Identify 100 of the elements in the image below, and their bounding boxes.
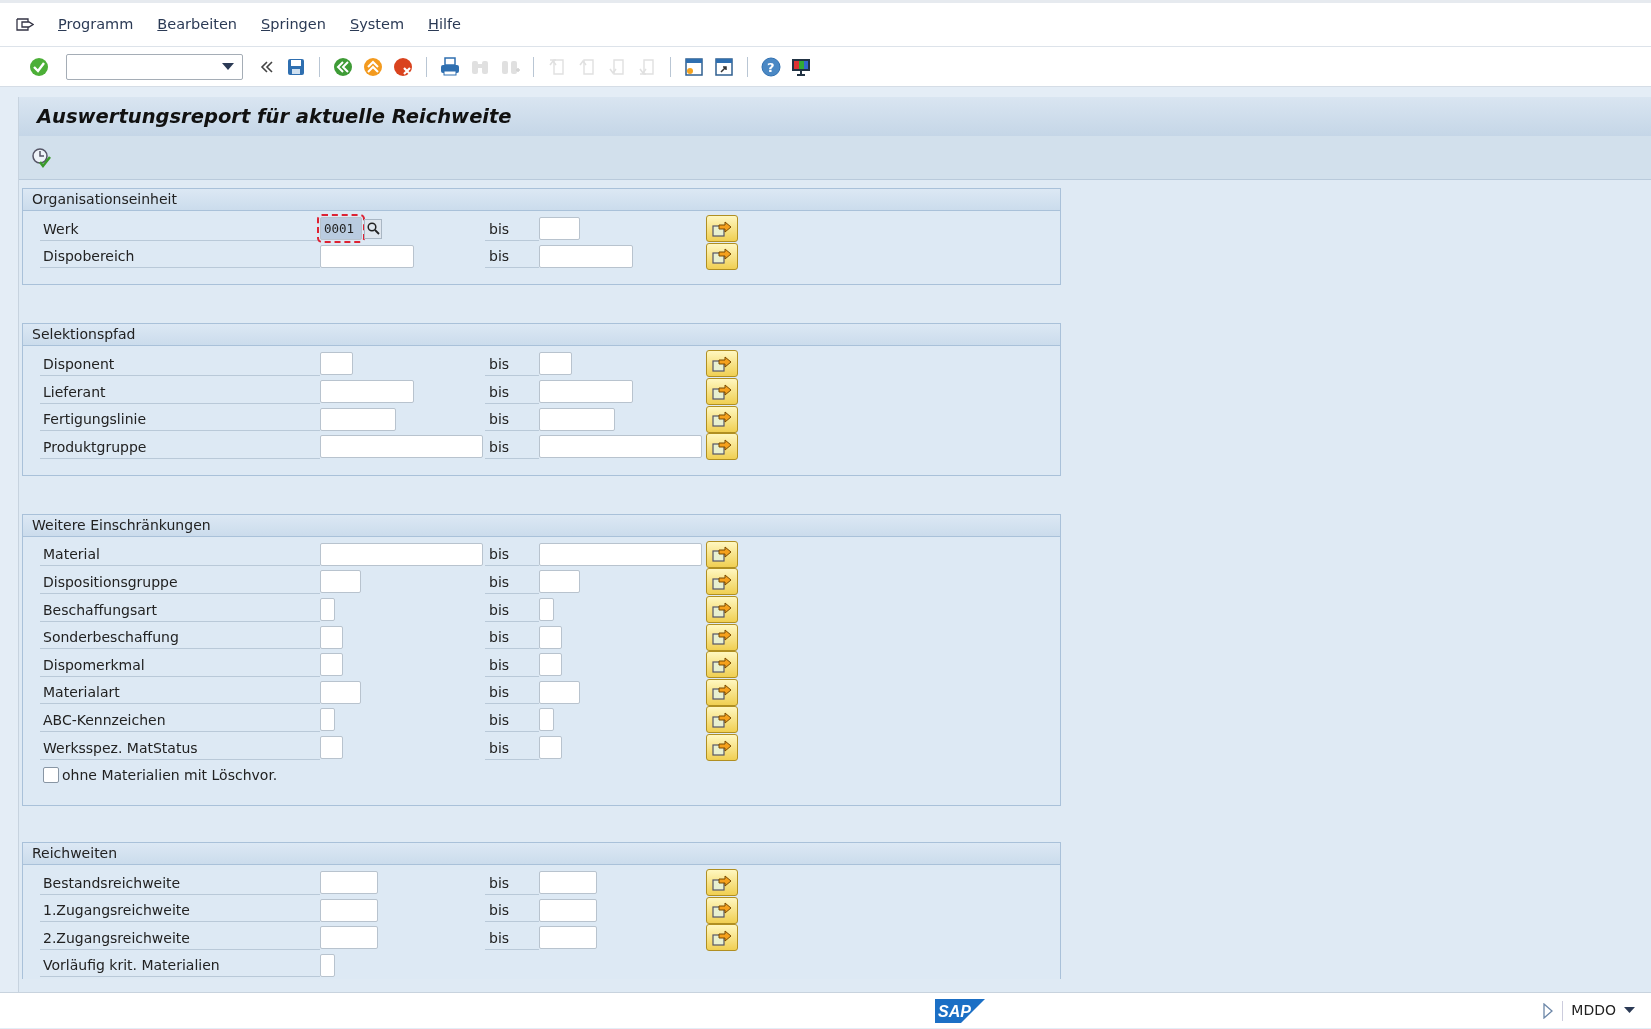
menu-item[interactable]: Springen: [261, 13, 326, 36]
input-field[interactable]: [539, 435, 703, 459]
input-field[interactable]: [539, 598, 554, 622]
menu-item[interactable]: Bearbeiten: [157, 13, 237, 36]
selection-arrow-icon: [712, 710, 732, 729]
selection-arrow-icon: [712, 437, 732, 456]
input-field[interactable]: [539, 407, 615, 431]
input-field[interactable]: [539, 352, 572, 376]
selection-arrow-icon: [712, 928, 732, 947]
execute-icon[interactable]: [31, 146, 53, 169]
field-label: Vorläufig krit. Materialien: [40, 953, 320, 978]
selection-arrow-icon: [712, 683, 732, 702]
multiple-selection-button[interactable]: [706, 540, 738, 568]
exit-icon[interactable]: [362, 55, 384, 78]
multiple-selection-button[interactable]: [706, 623, 738, 651]
input-field[interactable]: [539, 680, 581, 704]
input-field[interactable]: [320, 625, 344, 649]
input-field[interactable]: [320, 926, 378, 950]
input-field[interactable]: [320, 352, 353, 376]
new-window-icon[interactable]: [683, 55, 705, 78]
input-field[interactable]: [539, 708, 554, 732]
sap-logo: SAP: [935, 998, 985, 1023]
menu-item[interactable]: Programm: [58, 13, 134, 36]
field-label: Werksspez. MatStatus: [40, 735, 320, 760]
field-label: Fertigungslinie: [40, 407, 320, 432]
screen-title: Auswertungsreport für aktuelle Reichweite: [37, 103, 512, 130]
field-label: Materialart: [40, 680, 320, 705]
selection-arrow-icon: [712, 382, 732, 401]
multiple-selection-button[interactable]: [706, 896, 738, 924]
field-label: 1.Zugangsreichweite: [40, 898, 320, 923]
input-field[interactable]: [320, 380, 414, 404]
command-field[interactable]: [66, 53, 243, 80]
group-title: Selektionspfad: [23, 324, 1060, 347]
selection-arrow-icon: [712, 410, 732, 429]
field-label: Beschaffungsart: [40, 597, 320, 622]
input-field[interactable]: [539, 898, 597, 922]
multiple-selection-button[interactable]: [706, 924, 738, 952]
input-field[interactable]: [539, 380, 633, 404]
multiple-selection-button[interactable]: [706, 734, 738, 761]
selection-arrow-icon: [712, 655, 732, 674]
input-field[interactable]: [539, 244, 633, 268]
input-field[interactable]: [539, 653, 563, 677]
multiple-selection-button[interactable]: [706, 215, 738, 243]
help-icon[interactable]: ?: [760, 55, 782, 78]
input-field[interactable]: [320, 954, 335, 977]
multiple-selection-button[interactable]: [706, 869, 738, 897]
multiple-selection-button[interactable]: [706, 568, 738, 596]
input-field[interactable]: 0001: [320, 217, 363, 241]
multiple-selection-button[interactable]: [706, 678, 738, 706]
dropdown-caret-icon[interactable]: [222, 62, 234, 71]
print-icon[interactable]: [439, 55, 461, 78]
selection-arrow-icon: [712, 873, 732, 892]
expand-status-icon[interactable]: [1542, 1000, 1555, 1021]
input-field[interactable]: [320, 898, 378, 922]
multiple-selection-button[interactable]: [706, 706, 738, 734]
cancel-icon[interactable]: [392, 55, 414, 78]
selection-arrow-icon: [712, 247, 732, 266]
input-field[interactable]: [539, 926, 597, 950]
input-field[interactable]: [320, 244, 414, 268]
checkbox-label: ohne Materialien mit Löschvor.: [62, 765, 278, 785]
selection-arrow-icon: [712, 738, 732, 757]
selection-arrow-icon: [712, 572, 732, 591]
input-field[interactable]: [320, 598, 335, 622]
menu-item[interactable]: System: [349, 13, 404, 36]
checkbox[interactable]: [43, 767, 59, 784]
multiple-selection-button[interactable]: [706, 350, 738, 378]
menu-item[interactable]: Hilfe: [428, 13, 461, 36]
field-label: Dispobereich: [40, 244, 320, 269]
selection-arrow-icon: [712, 600, 732, 619]
input-field[interactable]: [539, 217, 581, 241]
enter-icon[interactable]: [28, 55, 50, 78]
input-field[interactable]: [539, 570, 581, 594]
selection-arrow-icon: [712, 219, 732, 238]
input-field[interactable]: [320, 542, 484, 566]
multiple-selection-button[interactable]: [706, 651, 738, 679]
field-label: Lieferant: [40, 379, 320, 404]
input-field[interactable]: [320, 708, 335, 732]
multiple-selection-button[interactable]: [706, 378, 738, 406]
multiple-selection-button[interactable]: [706, 405, 738, 433]
input-field[interactable]: [539, 736, 563, 759]
input-field[interactable]: [320, 653, 344, 677]
input-field[interactable]: [539, 871, 597, 895]
input-field[interactable]: [320, 680, 362, 704]
field-label: Bestandsreichweite: [40, 870, 320, 895]
multiple-selection-button[interactable]: [706, 596, 738, 624]
dropdown-caret-icon[interactable]: [1624, 1007, 1635, 1014]
multiple-selection-button[interactable]: [706, 433, 738, 461]
input-field[interactable]: [320, 435, 484, 459]
input-field[interactable]: [539, 542, 703, 566]
shortcut-icon[interactable]: [713, 55, 735, 78]
field-label: Disponent: [40, 352, 320, 376]
back-icon[interactable]: [332, 55, 354, 78]
input-field[interactable]: [320, 871, 378, 895]
input-field[interactable]: [320, 736, 344, 759]
search-icon[interactable]: [364, 218, 383, 239]
multiple-selection-button[interactable]: [706, 242, 738, 270]
system-dropdown[interactable]: MDDO: [1571, 1000, 1635, 1021]
input-field[interactable]: [320, 570, 362, 594]
input-field[interactable]: [539, 625, 563, 649]
input-field[interactable]: [320, 407, 396, 431]
